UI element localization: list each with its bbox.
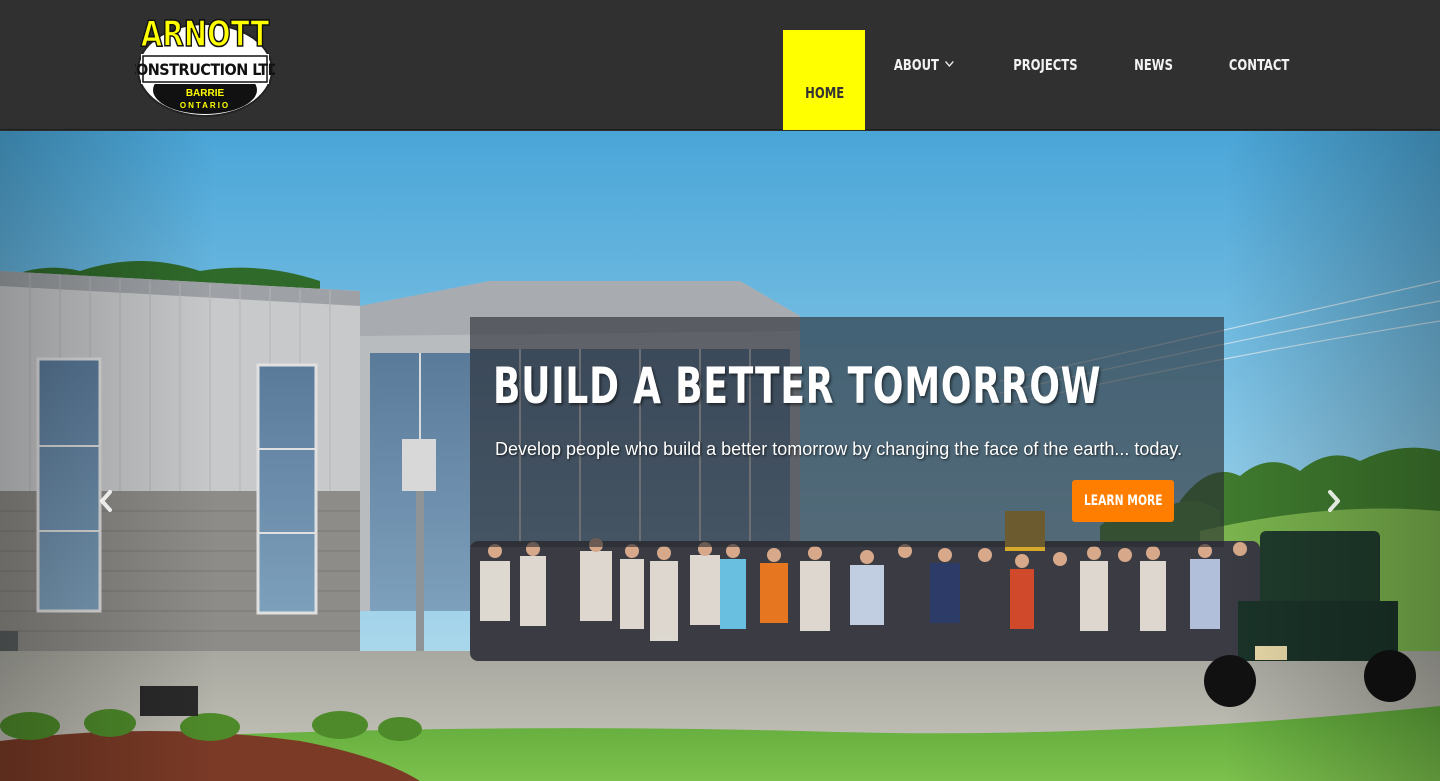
nav-label-news: NEWS <box>1133 56 1173 74</box>
chevron-right-icon <box>1328 490 1340 512</box>
nav-item-about[interactable]: ABOUT <box>874 30 976 130</box>
slide-subtitle: Develop people who build a better tomorr… <box>495 439 1183 459</box>
nav-item-projects[interactable]: PROJECTS <box>992 30 1098 130</box>
main-nav: HOME ABOUT PROJECTS NEWS CONTACT <box>783 30 1318 130</box>
hero-slider: BUILD A BETTER TOMORROW Develop people w… <box>0 131 1440 781</box>
nav-item-contact[interactable]: CONTACT <box>1208 30 1310 130</box>
chevron-left-icon <box>100 490 112 512</box>
nav-label-home: HOME <box>804 84 844 102</box>
logo-image: ARNOTT CONSTRUCTION LTD. BARRIE ONTARIO <box>135 12 275 117</box>
slide-caption: BUILD A BETTER TOMORROW Develop people w… <box>470 317 1224 547</box>
nav-item-home[interactable]: HOME <box>783 30 866 130</box>
nav-item-news[interactable]: NEWS <box>1113 30 1193 130</box>
nav-label-about: ABOUT <box>894 56 940 74</box>
slider-next-button[interactable] <box>1322 486 1346 516</box>
svg-text:ARNOTT: ARNOTT <box>141 13 270 55</box>
site-header: ARNOTT CONSTRUCTION LTD. BARRIE ONTARIO … <box>0 0 1440 130</box>
slider-prev-button[interactable] <box>94 486 118 516</box>
learn-more-button[interactable]: LEARN MORE <box>1072 480 1174 522</box>
company-logo[interactable]: ARNOTT CONSTRUCTION LTD. BARRIE ONTARIO <box>135 10 275 118</box>
slide-title: BUILD A BETTER TOMORROW <box>493 357 1102 415</box>
learn-more-label: LEARN MORE <box>1083 493 1163 509</box>
nav-label-projects: PROJECTS <box>1013 56 1078 74</box>
chevron-down-icon <box>945 60 955 68</box>
svg-text:CONSTRUCTION LTD.: CONSTRUCTION LTD. <box>135 60 275 79</box>
svg-text:BARRIE: BARRIE <box>186 88 225 99</box>
nav-label-contact: CONTACT <box>1228 56 1290 74</box>
svg-text:ONTARIO: ONTARIO <box>180 101 230 110</box>
